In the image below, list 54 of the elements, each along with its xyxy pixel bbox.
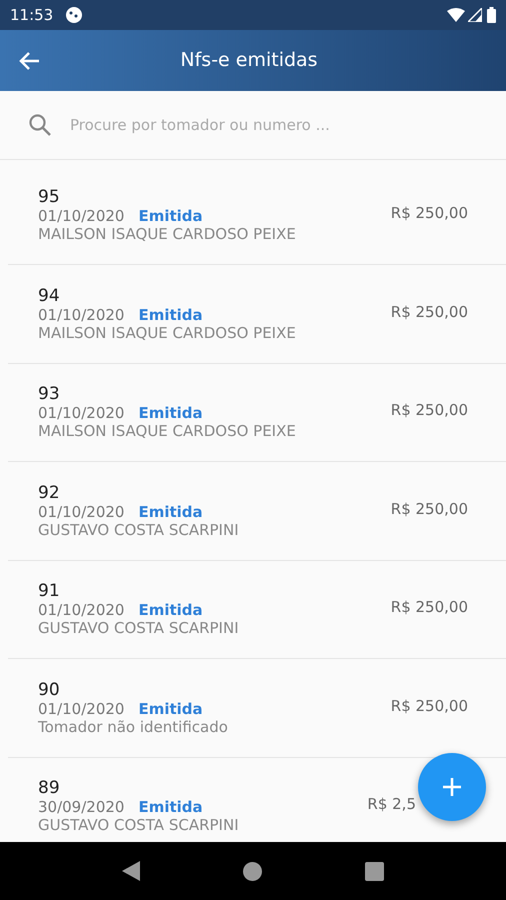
- invoice-status: Emitida: [138, 306, 203, 324]
- invoice-row[interactable]: 95 01/10/2020 Emitida MAILSON ISAQUE CARDOSO PEIXE R$ 250,00: [8, 160, 506, 265]
- invoice-amount: R$ 250,00: [390, 400, 468, 421]
- invoice-amount: R$ 2,5: [367, 794, 416, 815]
- invoice-date: 01/10/2020: [38, 404, 124, 422]
- client-name: Tomador não identificado: [38, 718, 228, 736]
- back-icon[interactable]: [122, 861, 140, 881]
- recents-icon[interactable]: [365, 862, 384, 880]
- client-name: MAILSON ISAQUE CARDOSO PEIXE: [38, 324, 296, 342]
- client-name: GUSTAVO COSTA SCARPINI: [38, 619, 239, 638]
- plus-icon: [442, 777, 462, 797]
- battery-icon: [487, 7, 496, 23]
- invoice-date: 01/10/2020: [38, 306, 124, 324]
- add-button[interactable]: [418, 753, 486, 821]
- status-time: 11:53: [10, 4, 54, 26]
- invoice-amount: R$ 250,00: [390, 202, 468, 224]
- invoice-row[interactable]: 92 01/10/2020 Emitida GUSTAVO COSTA SCARPINI R$ 250,00: [8, 462, 506, 560]
- client-name: GUSTAVO COSTA SCARPINI: [38, 816, 239, 834]
- invoice-amount: R$ 250,00: [390, 696, 468, 716]
- invoice-number: 90: [38, 680, 61, 700]
- invoice-status: Emitida: [138, 700, 203, 718]
- invoice-amount: R$ 250,00: [390, 597, 468, 618]
- invoice-amount: R$ 250,00: [390, 498, 468, 520]
- notification-icon: [65, 6, 84, 24]
- invoice-status: Emitida: [138, 404, 203, 422]
- invoice-row[interactable]: 93 01/10/2020 Emitida MAILSON ISAQUE CARDOSO PEIXE R$ 250,00: [8, 364, 506, 462]
- client-name: MAILSON ISAQUE CARDOSO PEIXE: [38, 225, 296, 244]
- invoice-status: Emitida: [138, 207, 203, 226]
- invoice-number: 89: [38, 778, 61, 798]
- invoice-date: 01/10/2020: [38, 207, 124, 226]
- invoice-number: 91: [38, 581, 61, 602]
- invoice-number: 94: [38, 286, 61, 306]
- invoice-row[interactable]: 91 01/10/2020 Emitida GUSTAVO COSTA SCARPINI R$ 250,00: [8, 560, 506, 659]
- back-arrow-icon[interactable]: [18, 50, 40, 70]
- invoice-date: 01/10/2020: [38, 502, 124, 521]
- invoice-number: 93: [38, 384, 61, 404]
- client-name: MAILSON ISAQUE CARDOSO PEIXE: [38, 422, 296, 440]
- invoice-date: 01/10/2020: [38, 700, 124, 718]
- screen-title: Nfs-e emitidas: [180, 49, 319, 72]
- search-icon: [28, 113, 52, 137]
- invoice-number: 95: [38, 186, 61, 208]
- wifi-icon: [447, 8, 465, 22]
- invoice-number: 92: [38, 482, 61, 503]
- invoice-row[interactable]: 94 01/10/2020 Emitida MAILSON ISAQUE CARDOSO PEIXE R$ 250,00: [8, 265, 506, 364]
- invoice-status: Emitida: [138, 601, 203, 620]
- home-icon[interactable]: [242, 862, 262, 880]
- invoice-status: Emitida: [138, 798, 203, 816]
- invoice-status: Emitida: [138, 502, 203, 521]
- invoice-date: 01/10/2020: [38, 601, 124, 620]
- signal-icon: [468, 8, 482, 22]
- search-field[interactable]: Procure por tomador ou numero ...: [68, 112, 478, 138]
- client-name: GUSTAVO COSTA SCARPINI: [38, 520, 239, 539]
- invoice-date: 30/09/2020: [38, 798, 124, 816]
- invoice-amount: R$ 250,00: [390, 302, 468, 322]
